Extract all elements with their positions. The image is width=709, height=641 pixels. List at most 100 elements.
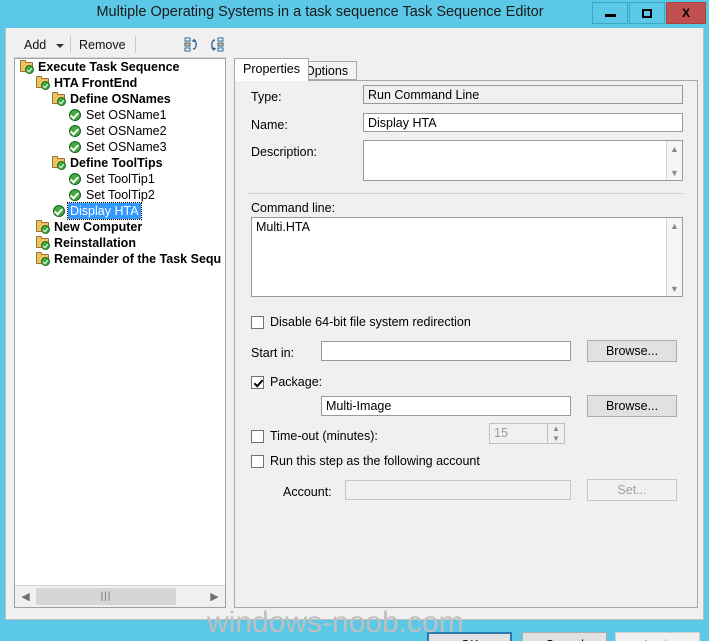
cancel-button[interactable]: Cancel bbox=[522, 632, 607, 641]
chevron-up-icon[interactable]: ▲ bbox=[667, 141, 682, 156]
folder-icon bbox=[51, 91, 68, 107]
tree-item[interactable]: HTA FrontEnd bbox=[15, 75, 225, 91]
tree-item[interactable]: Set OSName2 bbox=[15, 123, 225, 139]
timeout-value: 15 bbox=[494, 426, 508, 440]
timeout-checkbox[interactable]: Time-out (minutes): bbox=[251, 429, 378, 443]
folder-icon bbox=[19, 59, 36, 75]
tree-item-label: Set OSName3 bbox=[86, 140, 167, 154]
tree-item-label: Set ToolTip2 bbox=[86, 188, 155, 202]
task-sequence-editor-window: Multiple Operating Systems in a task seq… bbox=[0, 0, 709, 641]
toolbar-separator bbox=[135, 36, 136, 53]
package-checkbox[interactable]: Package: bbox=[251, 375, 322, 389]
checkbox-icon bbox=[251, 454, 264, 468]
name-field[interactable] bbox=[363, 113, 683, 132]
dialog-client-area: Add Remove Execute Task Sequence HTA Fro… bbox=[5, 28, 704, 641]
tree-item-label: Set OSName1 bbox=[86, 108, 167, 122]
disable-64bit-redirection-label: Disable 64-bit file system redirection bbox=[270, 315, 471, 329]
check-circle-icon bbox=[51, 203, 68, 219]
chevron-down-icon[interactable] bbox=[56, 44, 64, 48]
package-label: Package: bbox=[270, 375, 323, 389]
description-label: Description: bbox=[251, 145, 317, 159]
browse-start-in-button[interactable]: Browse... bbox=[587, 340, 677, 362]
command-line-scrollbar[interactable]: ▲ ▼ bbox=[666, 218, 682, 296]
section-divider bbox=[247, 193, 683, 194]
folder-icon bbox=[51, 155, 68, 171]
folder-icon bbox=[35, 219, 52, 235]
tree-item[interactable]: Set ToolTip2 bbox=[15, 187, 225, 203]
folder-icon bbox=[35, 235, 52, 251]
minimize-button[interactable] bbox=[592, 2, 628, 24]
chevron-left-icon[interactable]: ◀ bbox=[16, 587, 35, 606]
tree-item-label: Display HTA bbox=[67, 202, 142, 220]
command-line-field[interactable]: Multi.HTA bbox=[252, 218, 667, 296]
type-label: Type: bbox=[251, 90, 282, 104]
description-box: ▲ ▼ bbox=[363, 140, 683, 181]
close-button[interactable]: X bbox=[666, 2, 706, 24]
window-title: Multiple Operating Systems in a task seq… bbox=[96, 4, 544, 20]
tree-item[interactable]: Set ToolTip1 bbox=[15, 171, 225, 187]
folder-icon bbox=[35, 251, 52, 267]
chevron-down-icon[interactable]: ▼ bbox=[667, 165, 682, 180]
checkbox-icon bbox=[251, 429, 264, 443]
task-sequence-tree[interactable]: Execute Task Sequence HTA FrontEnd Define … bbox=[14, 58, 226, 608]
scrollbar-thumb[interactable]: ||| bbox=[36, 588, 176, 605]
account-field bbox=[345, 480, 571, 500]
checkbox-icon bbox=[251, 375, 264, 389]
tree-item[interactable]: Define OSNames bbox=[15, 91, 225, 107]
description-field[interactable] bbox=[364, 141, 667, 180]
check-badge-icon bbox=[25, 65, 34, 74]
check-circle-icon bbox=[67, 107, 84, 123]
check-badge-icon bbox=[41, 241, 50, 250]
tree-item-label: Reinstallation bbox=[54, 236, 136, 250]
run-as-account-label: Run this step as the following account bbox=[270, 454, 480, 468]
maximize-button[interactable] bbox=[629, 2, 665, 24]
browse-package-button[interactable]: Browse... bbox=[587, 395, 677, 417]
tree-item[interactable]: Remainder of the Task Sequ bbox=[15, 251, 225, 267]
chevron-right-icon[interactable]: ▶ bbox=[205, 587, 224, 606]
start-in-field[interactable] bbox=[321, 341, 571, 361]
run-as-account-checkbox[interactable]: Run this step as the following account bbox=[251, 454, 480, 468]
timeout-label: Time-out (minutes): bbox=[270, 429, 378, 443]
tree-item[interactable]: Execute Task Sequence bbox=[15, 59, 225, 75]
check-badge-icon bbox=[57, 97, 66, 106]
move-up-icon[interactable] bbox=[183, 36, 203, 54]
tree-horizontal-scrollbar[interactable]: ◀ ||| ▶ bbox=[15, 585, 225, 607]
tree-item-label: Set ToolTip1 bbox=[86, 172, 155, 186]
chevron-up-icon[interactable]: ▲ bbox=[667, 218, 682, 233]
timeout-spin-buttons: ▲ ▼ bbox=[547, 424, 564, 443]
tree-item-label: New Computer bbox=[54, 220, 143, 234]
close-icon: X bbox=[681, 6, 690, 20]
folder-icon bbox=[35, 75, 52, 91]
tree-item-selected[interactable]: Display HTA bbox=[15, 202, 225, 220]
disable-64bit-redirection-checkbox[interactable]: Disable 64-bit file system redirection bbox=[251, 315, 471, 329]
ok-button[interactable]: OK bbox=[427, 632, 512, 641]
check-badge-icon bbox=[41, 257, 50, 266]
description-scrollbar[interactable]: ▲ ▼ bbox=[666, 141, 682, 180]
check-badge-icon bbox=[57, 161, 66, 170]
check-circle-icon bbox=[67, 139, 84, 155]
remove-button[interactable]: Remove bbox=[75, 35, 130, 55]
name-label: Name: bbox=[251, 118, 288, 132]
tree-item[interactable]: Reinstallation bbox=[15, 235, 225, 251]
package-field[interactable] bbox=[321, 396, 571, 416]
chevron-down-icon[interactable]: ▼ bbox=[667, 281, 682, 296]
tree-item-label: Define OSNames bbox=[70, 92, 171, 106]
title-bar: Multiple Operating Systems in a task seq… bbox=[0, 0, 709, 28]
move-down-icon[interactable] bbox=[208, 36, 228, 54]
tab-properties[interactable]: Properties bbox=[234, 58, 309, 81]
add-button[interactable]: Add bbox=[20, 35, 50, 55]
command-line-label: Command line: bbox=[251, 201, 336, 215]
tab-strip: Properties Options bbox=[234, 58, 698, 81]
tree-item[interactable]: New Computer bbox=[15, 219, 225, 235]
tree-item-label: Set OSName2 bbox=[86, 124, 167, 138]
tree-item-label: HTA FrontEnd bbox=[54, 76, 138, 90]
tree-item[interactable]: Define ToolTips bbox=[15, 155, 225, 171]
apply-button: Apply bbox=[615, 632, 700, 641]
tree-item[interactable]: Set OSName1 bbox=[15, 107, 225, 123]
chevron-up-icon: ▲ bbox=[552, 424, 560, 433]
type-field bbox=[363, 85, 683, 104]
check-circle-icon bbox=[67, 123, 84, 139]
tree-item[interactable]: Set OSName3 bbox=[15, 139, 225, 155]
check-badge-icon bbox=[41, 225, 50, 234]
start-in-label: Start in: bbox=[251, 346, 295, 360]
